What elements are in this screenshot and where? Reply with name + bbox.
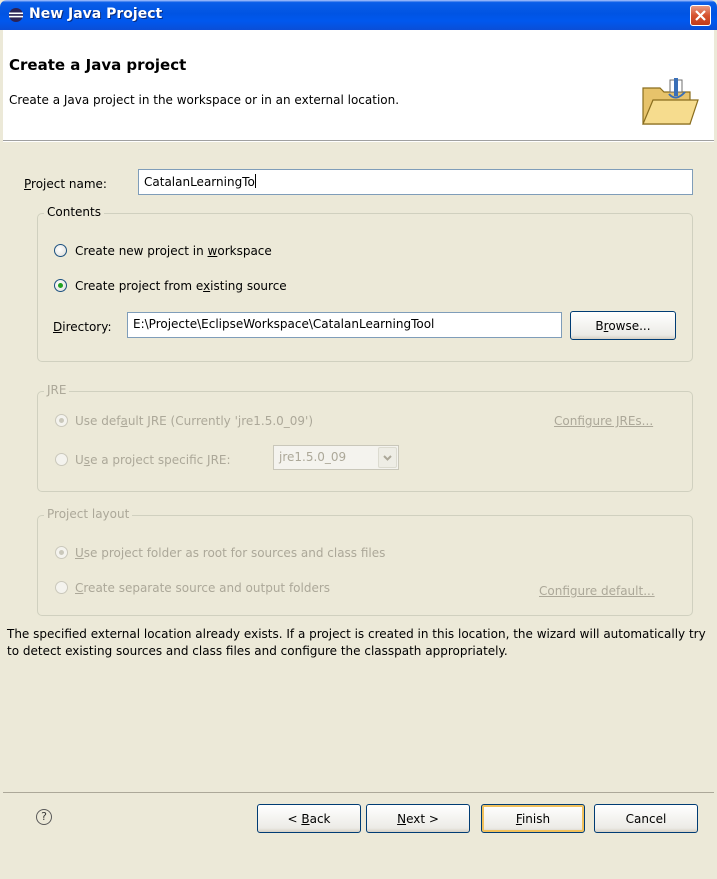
- info-message: The specified external location already …: [7, 627, 706, 658]
- create-existing-label[interactable]: Create project from existing source: [75, 279, 287, 293]
- configure-jres-link[interactable]: Configure JREs...: [554, 414, 653, 428]
- cancel-button[interactable]: Cancel: [594, 804, 698, 833]
- browse-button[interactable]: Browse...: [570, 311, 676, 340]
- title-bar[interactable]: New Java Project: [0, 0, 717, 30]
- project-name-input[interactable]: CatalanLearningTo: [138, 169, 693, 195]
- project-folder-root-label[interactable]: Use project folder as root for sources a…: [75, 546, 385, 560]
- jre-group-title: JRE: [44, 383, 70, 397]
- close-button[interactable]: [690, 5, 711, 26]
- radio-project-folder-as-root[interactable]: [55, 546, 68, 559]
- contents-group-title: Contents: [44, 205, 104, 219]
- radio-separate-folders[interactable]: [55, 581, 68, 594]
- close-icon: [695, 10, 706, 21]
- new-java-project-dialog: New Java Project Create a Java project C…: [0, 0, 717, 879]
- radio-use-default-jre[interactable]: [55, 414, 68, 427]
- finish-button[interactable]: Finish: [481, 804, 585, 833]
- header-separator: [3, 141, 714, 142]
- project-layout-group: Project layout: [37, 507, 693, 616]
- text-caret: [254, 174, 256, 188]
- directory-label: Directory:: [53, 320, 112, 334]
- use-default-jre-label[interactable]: Use default JRE (Currently 'jre1.5.0_09'…: [75, 414, 313, 428]
- jre-group: JRE: [37, 383, 693, 492]
- wizard-header: Create a Java project Create a Java proj…: [3, 30, 714, 141]
- configure-default-link[interactable]: Configure default...: [539, 584, 655, 598]
- project-name-label: Project name:: [24, 177, 107, 191]
- footer-separator: [3, 792, 714, 793]
- project-specific-jre-label[interactable]: Use a project specific JRE:: [75, 453, 231, 467]
- chevron-down-icon: [383, 455, 392, 461]
- jre-select-arrow[interactable]: [378, 447, 397, 468]
- eclipse-icon: [9, 8, 23, 22]
- page-description: Create a Java project in the workspace o…: [9, 93, 400, 107]
- back-button[interactable]: < Back: [257, 804, 361, 833]
- page-title: Create a Java project: [9, 56, 187, 74]
- next-button[interactable]: Next >: [366, 804, 470, 833]
- jre-select[interactable]: jre1.5.0_09: [273, 445, 399, 470]
- separate-folders-label[interactable]: Create separate source and output folder…: [75, 581, 330, 595]
- radio-create-from-existing[interactable]: [54, 279, 67, 292]
- jre-select-value: jre1.5.0_09: [279, 450, 347, 464]
- java-project-folder-icon: [642, 78, 699, 125]
- help-icon[interactable]: ?: [36, 809, 52, 825]
- radio-project-specific-jre[interactable]: [55, 453, 68, 466]
- project-layout-group-title: Project layout: [44, 507, 133, 521]
- window-title: New Java Project: [29, 6, 163, 22]
- directory-input[interactable]: E:\Projecte\EclipseWorkspace\CatalanLear…: [127, 312, 562, 338]
- create-new-label[interactable]: Create new project in workspace: [75, 244, 272, 258]
- radio-create-new-in-workspace[interactable]: [54, 244, 67, 257]
